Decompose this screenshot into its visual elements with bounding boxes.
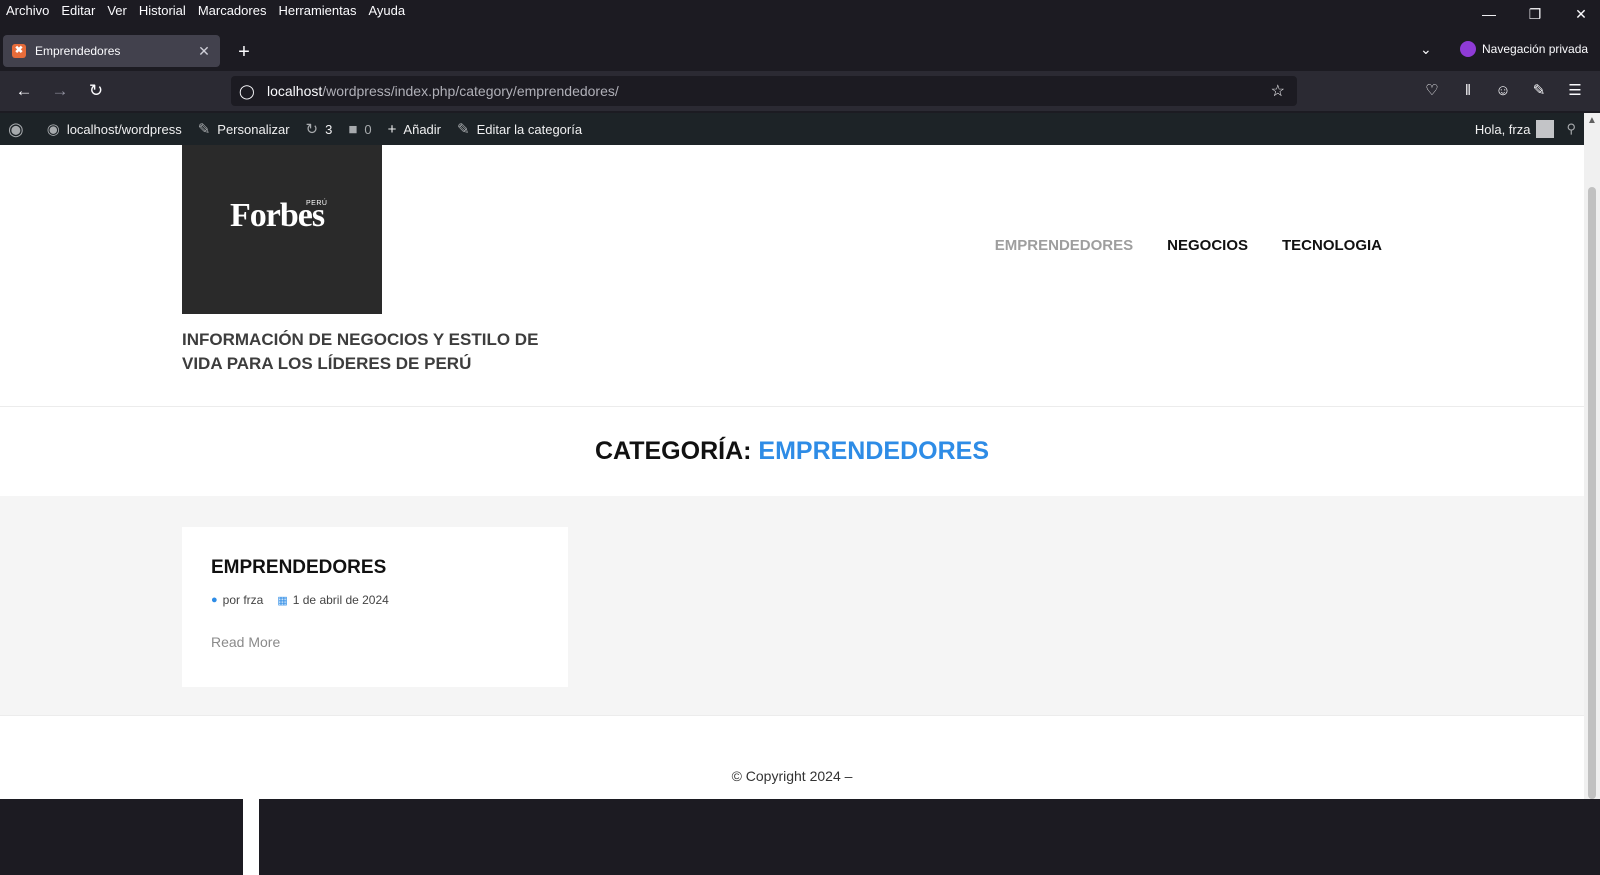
logo-subtext: PERÚ: [306, 200, 328, 207]
updates-icon: ↻: [305, 121, 319, 138]
admin-greeting[interactable]: Hola, frza: [1475, 122, 1531, 137]
nav-item-tecnologia[interactable]: TECNOLOGIA: [1282, 237, 1382, 254]
site-tagline: INFORMACIÓN DE NEGOCIOS Y ESTILO DE VIDA…: [182, 330, 539, 373]
footer-copyright: © Copyright 2024 –: [731, 768, 853, 784]
admin-add-new-link[interactable]: + Añadir: [380, 113, 449, 145]
extensions-icon[interactable]: ✎: [1528, 80, 1550, 102]
account-icon[interactable]: ☺: [1492, 80, 1514, 102]
footer-divider: [0, 715, 1584, 716]
restore-icon[interactable]: ❐: [1512, 0, 1558, 28]
menu-herramientas[interactable]: Herramientas: [272, 0, 362, 22]
close-icon[interactable]: ✕: [1558, 0, 1600, 28]
archive-title-category: EMPRENDEDORES: [758, 437, 989, 465]
header-divider: [0, 406, 1584, 407]
admin-site-link[interactable]: ◉ localhost/wordpress: [39, 113, 190, 145]
admin-edit-category-link[interactable]: ✎ Editar la categoría: [449, 113, 590, 145]
reload-icon[interactable]: ↻: [84, 79, 108, 103]
dashboard-icon: ◉: [46, 121, 60, 138]
pocket-icon[interactable]: ♡: [1421, 80, 1443, 102]
archive-title-prefix: CATEGORÍA:: [594, 437, 759, 465]
plus-icon: +: [387, 120, 397, 138]
scroll-up-icon[interactable]: ▲: [1584, 113, 1600, 129]
menu-marcadores[interactable]: Marcadores: [192, 0, 273, 22]
admin-edit-category-label: Editar la categoría: [476, 121, 583, 137]
admin-comments-link[interactable]: ■ 0: [340, 113, 379, 145]
menu-ayuda[interactable]: Ayuda: [362, 0, 411, 22]
wp-admin-bar: ◉ ◉ localhost/wordpress ✎ Personalizar ↻ 3 …: [0, 113, 1584, 145]
admin-add-new-label: Añadir: [403, 121, 441, 137]
admin-updates-link[interactable]: ↻ 3: [298, 113, 341, 145]
pencil-icon: ✎: [457, 121, 470, 138]
post-author[interactable]: por frza: [223, 593, 264, 607]
avatar[interactable]: [1536, 120, 1555, 138]
tab-close-icon[interactable]: ✕: [194, 43, 214, 60]
private-browsing-indicator: Navegación privada: [1460, 41, 1588, 57]
navigation-toolbar: ← → ↻ ◯ □ localhost/wordpress/index.php/…: [0, 71, 1600, 875]
post-meta: ● por frza ▦ 1 de abril de 2024: [211, 593, 389, 607]
forward-icon[interactable]: →: [48, 79, 72, 103]
url-text[interactable]: localhost/wordpress/index.php/category/e…: [267, 83, 619, 99]
admin-updates-count: 3: [325, 121, 333, 137]
private-mask-icon: [1460, 41, 1476, 57]
admin-customize-label: Personalizar: [217, 121, 290, 137]
tab-strip: ✖ Emprendedores ✕ + ⌄ Navegación privada: [0, 33, 1600, 69]
bookmark-star-icon[interactable]: ☆: [1271, 81, 1285, 101]
menu-historial[interactable]: Historial: [133, 0, 192, 22]
admin-comments-count: 0: [364, 121, 372, 137]
menu-bar: Archivo Editar Ver Historial Marcadores …: [0, 0, 1600, 22]
back-icon[interactable]: ←: [12, 79, 36, 103]
archive-title: CATEGORÍA: EMPRENDEDORES: [0, 437, 1584, 466]
post-date[interactable]: 1 de abril de 2024: [293, 593, 389, 607]
chevron-down-icon[interactable]: ⌄: [1420, 41, 1432, 58]
calendar-icon: ▦: [277, 594, 288, 607]
url-bar[interactable]: ◯ □ localhost/wordpress/index.php/catego…: [231, 76, 1297, 875]
menu-editar[interactable]: Editar: [55, 0, 101, 22]
url-host: localhost: [267, 83, 323, 99]
page-scrollbar[interactable]: ▲: [1584, 113, 1600, 799]
hamburger-menu-icon[interactable]: ☰: [1564, 80, 1586, 102]
main-navigation: EMPRENDEDORES NEGOCIOS TECNOLOGIA: [995, 237, 1382, 254]
menu-archivo[interactable]: Archivo: [0, 0, 55, 22]
scrollbar-thumb[interactable]: [1588, 187, 1596, 799]
xampp-favicon-icon: ✖: [12, 44, 26, 58]
nav-item-emprendedores[interactable]: EMPRENDEDORES: [995, 237, 1133, 254]
menu-ver[interactable]: Ver: [101, 0, 133, 22]
admin-site-label: localhost/wordpress: [66, 121, 182, 137]
wordpress-logo-icon[interactable]: ◉: [0, 113, 39, 145]
comment-icon: ■: [348, 120, 358, 138]
library-icon[interactable]: ‖: [1457, 80, 1479, 102]
search-icon[interactable]: ⚲: [1566, 121, 1576, 137]
minimize-icon[interactable]: —: [1466, 0, 1512, 28]
tab-title: Emprendedores: [35, 44, 121, 58]
brush-icon: ✎: [197, 121, 211, 138]
url-path: /wordpress/index.php/category/emprendedo…: [322, 83, 619, 99]
user-icon: ●: [211, 594, 218, 606]
read-more-link[interactable]: Read More: [211, 634, 280, 650]
nav-item-negocios[interactable]: NEGOCIOS: [1167, 237, 1248, 254]
post-card: EMPRENDEDORES ● por frza ▦ 1 de abril de…: [182, 527, 568, 687]
new-tab-icon[interactable]: +: [232, 41, 256, 65]
site-logo[interactable]: Forbes PERÚ: [182, 145, 382, 314]
tab-emprendedores[interactable]: ✖ Emprendedores ✕: [3, 35, 220, 67]
shield-icon[interactable]: ◯: [239, 83, 255, 100]
web-page: Forbes PERÚ INFORMACIÓN DE NEGOCIOS Y ES…: [0, 145, 1584, 799]
private-browsing-label: Navegación privada: [1482, 42, 1589, 56]
admin-customize-link[interactable]: ✎ Personalizar: [190, 113, 298, 145]
post-title[interactable]: EMPRENDEDORES: [211, 557, 386, 579]
